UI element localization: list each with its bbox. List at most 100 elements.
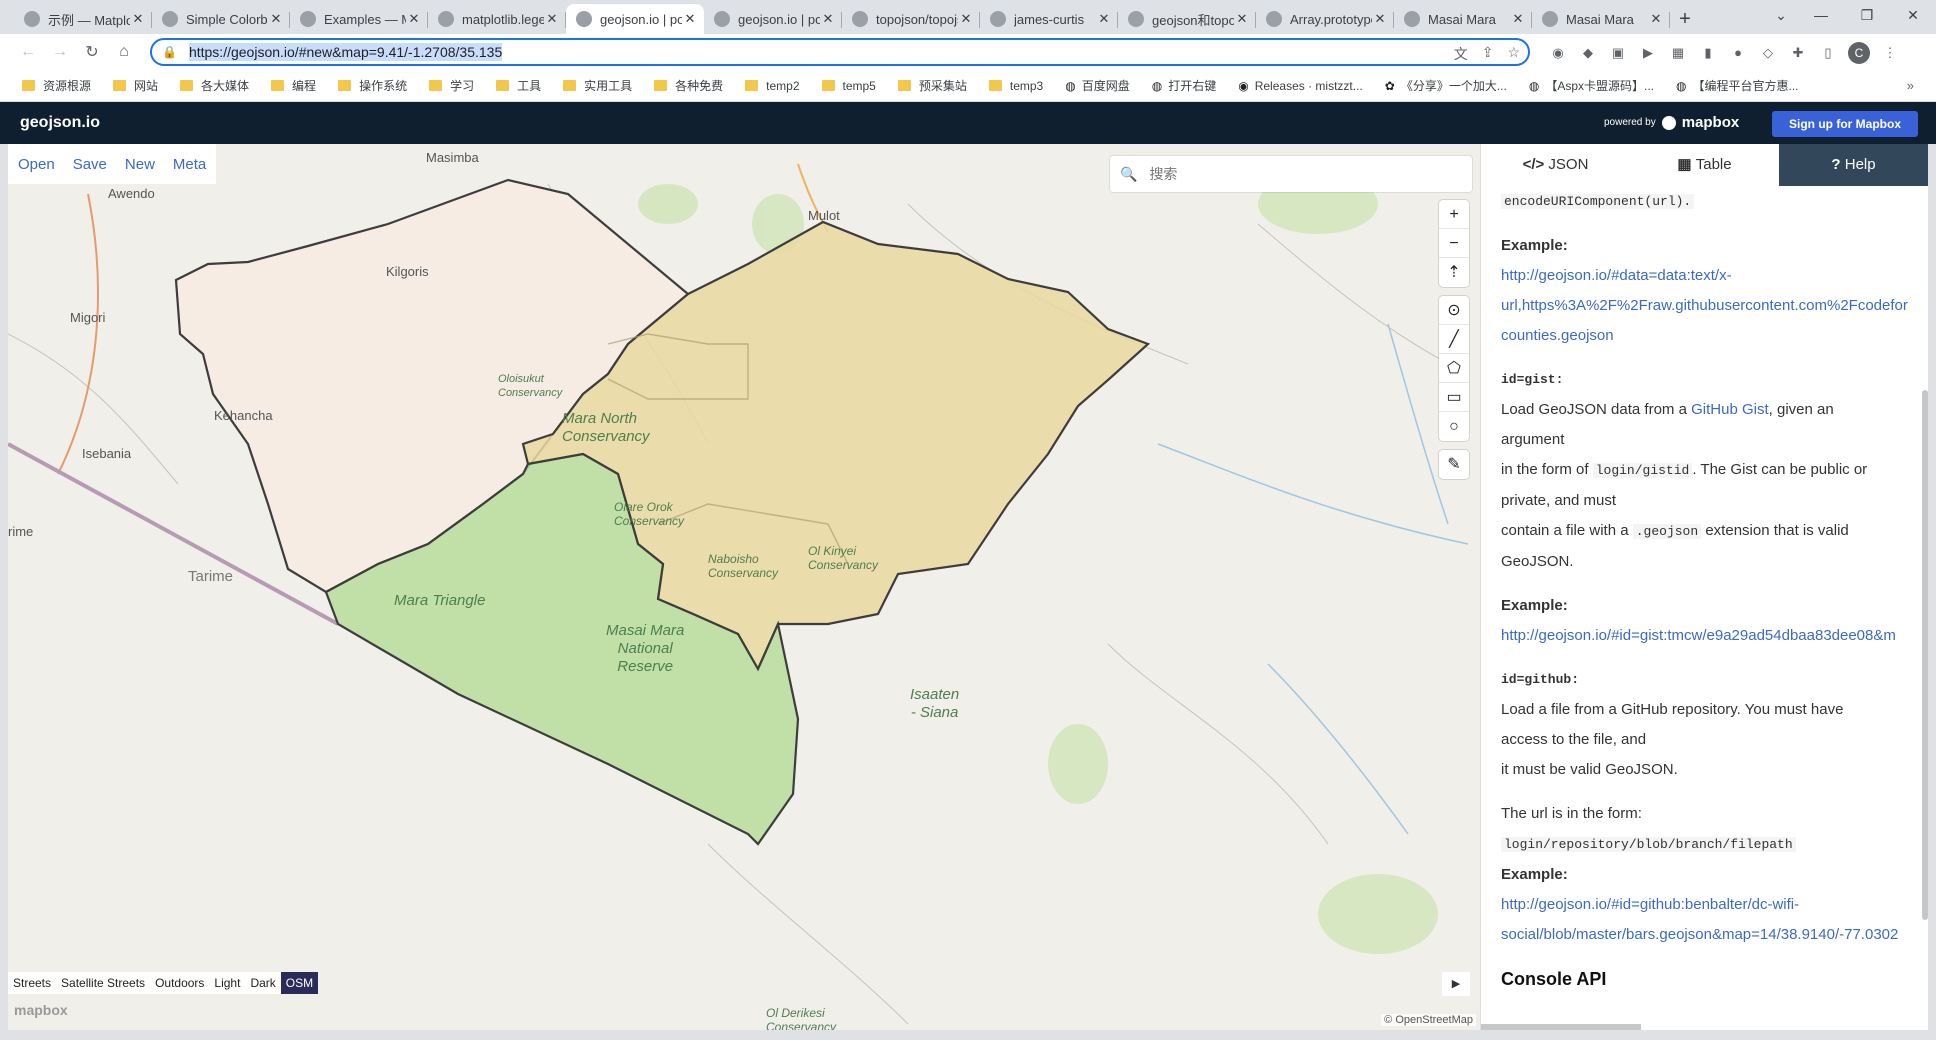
- bookmark-star-icon[interactable]: ☆: [1507, 44, 1520, 64]
- extension-play-icon[interactable]: ▶: [1638, 43, 1658, 63]
- profile-avatar[interactable]: C: [1848, 42, 1870, 64]
- style-satellite-streets[interactable]: Satellite Streets: [56, 972, 150, 994]
- extension-counter-icon[interactable]: ▦: [1668, 43, 1688, 63]
- zoom-in-button[interactable]: +: [1439, 200, 1469, 229]
- browser-tab[interactable]: 示例 — Matplotlib✕: [14, 4, 152, 34]
- minimize-icon[interactable]: —: [1798, 0, 1844, 30]
- back-arrow-icon[interactable]: ←: [12, 43, 44, 61]
- draw-circle-icon[interactable]: ○: [1439, 412, 1469, 441]
- menu-open[interactable]: Open: [18, 156, 55, 173]
- bookmark-item[interactable]: ◍ 百度网盘: [1065, 77, 1130, 94]
- style-light[interactable]: Light: [209, 972, 245, 994]
- browser-tab[interactable]: Masai Mara ✕: [1532, 4, 1670, 34]
- share-icon[interactable]: ⇪: [1482, 44, 1494, 64]
- side-panel-icon[interactable]: ▯: [1818, 43, 1838, 63]
- edit-features-icon[interactable]: ✎: [1439, 450, 1469, 479]
- tab-close-icon[interactable]: ✕: [406, 11, 422, 27]
- search-input[interactable]: [1149, 166, 1450, 182]
- bookmark-item[interactable]: 学习: [429, 77, 474, 94]
- collapse-panel-button[interactable]: ▶: [1442, 972, 1470, 996]
- menu-meta[interactable]: Meta: [173, 156, 206, 173]
- tab-close-icon[interactable]: ✕: [1096, 11, 1112, 27]
- map-attribution[interactable]: © OpenStreetMap: [1381, 1014, 1476, 1026]
- style-dark[interactable]: Dark: [245, 972, 280, 994]
- tab-close-icon[interactable]: ✕: [130, 11, 146, 27]
- bookmarks-overflow-icon[interactable]: »: [1907, 78, 1914, 93]
- bookmark-item[interactable]: ◍ 【编程平台官方惠...: [1676, 77, 1799, 94]
- example-link-1b[interactable]: url,https%3A%2F%2Fraw.githubusercontent.…: [1501, 297, 1908, 314]
- tab-close-icon[interactable]: ✕: [1372, 11, 1388, 27]
- bookmark-item[interactable]: 工具: [496, 77, 541, 94]
- zoom-out-button[interactable]: −: [1439, 229, 1469, 258]
- tab-close-icon[interactable]: ✕: [1648, 11, 1664, 27]
- lock-icon[interactable]: 🔒: [162, 45, 177, 59]
- tab-json[interactable]: </> JSON: [1481, 144, 1630, 186]
- bookmark-item[interactable]: 预采集站: [897, 77, 967, 94]
- tab-table[interactable]: ▦ Table: [1630, 144, 1779, 186]
- tab-close-icon[interactable]: ✕: [682, 11, 698, 27]
- panel-scrollbar[interactable]: [1922, 390, 1928, 920]
- tab-close-icon[interactable]: ✕: [1510, 11, 1526, 27]
- address-url[interactable]: https://geojson.io/#new&map=9.41/-1.2708…: [188, 43, 503, 61]
- browser-tab[interactable]: Array.prototype ✕: [1256, 4, 1394, 34]
- bookmark-item[interactable]: temp2: [745, 79, 800, 93]
- compass-button[interactable]: ⇡: [1439, 258, 1469, 287]
- extension-shield-icon[interactable]: ▮: [1698, 43, 1718, 63]
- browser-tab[interactable]: geojson和topojson✕: [1118, 4, 1256, 34]
- bookmark-item[interactable]: 编程: [271, 77, 316, 94]
- panel-horizontal-scrollbar[interactable]: [1481, 1024, 1641, 1030]
- example-link-1c[interactable]: counties.geojson: [1501, 327, 1614, 344]
- close-window-icon[interactable]: ✕: [1890, 0, 1936, 30]
- bookmark-item[interactable]: ◍ 【Aspx卡盟源码】...: [1529, 77, 1654, 94]
- draw-rectangle-icon[interactable]: ▭: [1439, 383, 1469, 412]
- bookmark-item[interactable]: 资源根源: [22, 77, 91, 94]
- extensions-puzzle-icon[interactable]: ✚: [1788, 43, 1808, 63]
- restore-icon[interactable]: ❐: [1844, 0, 1890, 30]
- extension-ghost-icon[interactable]: ▣: [1608, 43, 1628, 63]
- tab-close-icon[interactable]: ✕: [1234, 11, 1250, 27]
- bookmark-item[interactable]: 各种免费: [654, 77, 723, 94]
- browser-tab[interactable]: Examples — Matplotlib✕: [290, 4, 428, 34]
- bookmark-item[interactable]: temp3: [988, 79, 1043, 93]
- browser-tab[interactable]: geojson.io | powered by Mapbox✕: [566, 4, 704, 34]
- tab-search-icon[interactable]: ⌄: [1764, 0, 1798, 30]
- example-link-3b[interactable]: social/blob/master/bars.geojson&map=14/3…: [1501, 926, 1898, 943]
- forward-arrow-icon[interactable]: →: [44, 43, 76, 61]
- tab-close-icon[interactable]: ✕: [544, 11, 560, 27]
- bookmark-item[interactable]: 网站: [113, 77, 158, 94]
- style-streets[interactable]: Streets: [8, 972, 56, 994]
- bookmark-item[interactable]: temp5: [821, 79, 876, 93]
- home-icon[interactable]: ⌂: [108, 43, 140, 61]
- browser-menu-icon[interactable]: ⋮: [1880, 43, 1900, 63]
- reload-icon[interactable]: ↻: [76, 42, 108, 62]
- browser-tab[interactable]: Simple Colorbar✕: [152, 4, 290, 34]
- map-search-box[interactable]: 🔍: [1110, 156, 1472, 192]
- browser-tab[interactable]: Masai Mara ✕: [1394, 4, 1532, 34]
- browser-tab[interactable]: topojson/topojson✕: [842, 4, 980, 34]
- draw-line-icon[interactable]: ╱: [1439, 325, 1469, 354]
- draw-polygon-icon[interactable]: ⬠: [1439, 354, 1469, 383]
- bookmark-item[interactable]: 实用工具: [563, 77, 632, 94]
- draw-marker-icon[interactable]: ⊙: [1439, 296, 1469, 325]
- browser-tab[interactable]: geojson.io | powered by Mapbox✕: [704, 4, 842, 34]
- gist-link[interactable]: GitHub Gist: [1691, 401, 1769, 418]
- tab-close-icon[interactable]: ✕: [820, 11, 836, 27]
- app-title[interactable]: geojson.io: [20, 114, 100, 132]
- style-osm[interactable]: OSM: [280, 972, 319, 994]
- map-canvas[interactable]: Masimba Awendo Mulot Kilgoris Migori Keh…: [8, 144, 1480, 1030]
- example-link-3a[interactable]: http://geojson.io/#id=github:benbalter/d…: [1501, 896, 1799, 913]
- tab-help[interactable]: ? Help: [1779, 144, 1928, 186]
- address-bar[interactable]: 🔒 https://geojson.io/#new&map=9.41/-1.27…: [150, 38, 1530, 66]
- example-link-2[interactable]: http://geojson.io/#id=gist:tmcw/e9a29ad5…: [1501, 627, 1896, 644]
- bookmark-item[interactable]: ✿ 《分享》一个加大...: [1385, 77, 1507, 94]
- extension-cookie-icon[interactable]: ●: [1728, 43, 1748, 63]
- signup-button[interactable]: Sign up for Mapbox: [1772, 111, 1918, 137]
- extension-chrome-icon[interactable]: ◉: [1548, 43, 1568, 63]
- style-outdoors[interactable]: Outdoors: [150, 972, 209, 994]
- tab-close-icon[interactable]: ✕: [268, 11, 284, 27]
- example-link-1a[interactable]: http://geojson.io/#data=data:text/x-: [1501, 267, 1732, 284]
- translate-icon[interactable]: 文: [1454, 44, 1468, 64]
- menu-save[interactable]: Save: [73, 156, 107, 173]
- bookmark-item[interactable]: ◍ 打开右键: [1152, 77, 1217, 94]
- bookmark-item[interactable]: 操作系统: [338, 77, 407, 94]
